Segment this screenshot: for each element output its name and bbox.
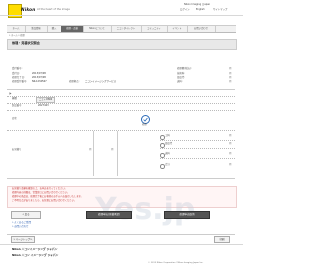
info-value: NK-1234567: [32, 80, 47, 83]
header-divider: [0, 15, 243, 16]
nav-item-event[interactable]: イベント: [167, 26, 188, 32]
repair-center-value: ニコンイメージングサービス: [85, 80, 117, 83]
estimate-row-label: 送料: [165, 152, 170, 155]
page-title: 修理・見積状況照会: [12, 41, 40, 45]
column-divider: [93, 131, 94, 176]
fee-label: 修理費(税込):: [177, 67, 192, 70]
option-radio[interactable]: [160, 135, 165, 140]
nav-item-direct[interactable]: ニコンダイレクト: [111, 26, 142, 32]
logo-text: Nikon: [21, 7, 36, 12]
footer-divider: [0, 244, 243, 245]
section-divider: [7, 89, 235, 90]
estimate-label: お見積り: [12, 148, 22, 151]
estimate-row-unit: 円: [229, 142, 232, 145]
nav-item-home[interactable]: ホーム: [7, 26, 26, 32]
nav-item-repair[interactable]: 修理・点検: [61, 26, 84, 32]
estimate-row-unit: 円: [229, 163, 232, 166]
header-link-english[interactable]: English: [196, 8, 205, 12]
copyright: © 2013 Nikon Corporation / Nikon Imaging…: [148, 262, 204, 264]
estimate-row-label: 部品代: [165, 142, 173, 145]
footer-logo[interactable]: Nikon ニコンイメージング ジャパン: [12, 247, 57, 251]
nav-item-community[interactable]: コミュニティ: [141, 26, 168, 32]
fee-label: 送料:: [177, 80, 183, 83]
nav-item-about[interactable]: Nikonについて: [83, 26, 112, 32]
main-nav: ホーム 製品情報 購入 修理・点検 Nikonについて ニコンダイレクト コミュ…: [7, 25, 236, 33]
table-line: [160, 158, 235, 159]
header-link-sitemap[interactable]: サイトマップ: [213, 8, 227, 12]
status-caption: 修理: [142, 123, 147, 126]
nikon-logo[interactable]: [8, 4, 22, 18]
estimate-row-label: 合計: [165, 163, 170, 166]
estimate-row-label: 工料: [165, 134, 170, 137]
info-label: 修理受付番号:: [12, 80, 28, 83]
estimate-unit: 円: [111, 148, 114, 151]
watermark: Yes.jp: [95, 192, 196, 227]
repair-center-label: 修理拠点:: [69, 80, 80, 83]
estimate-unit: 円: [89, 148, 92, 151]
apply-button[interactable]: 修理申込(見積承認): [86, 211, 132, 219]
option-radio[interactable]: [160, 164, 165, 169]
section-divider: [7, 234, 235, 235]
estimate-row-unit: 円: [229, 152, 232, 155]
column-divider: [117, 131, 118, 176]
table-line: [160, 140, 235, 141]
page-top-button[interactable]: » ページトップへ: [11, 236, 35, 243]
page-title-bar: [7, 39, 237, 50]
table-line: [7, 110, 235, 111]
header-link-login[interactable]: ログイン: [180, 8, 190, 12]
option-radio[interactable]: [160, 143, 165, 148]
tagline: At the heart of the image: [37, 8, 70, 11]
serial-label: 製品番号: [12, 104, 22, 107]
cancel-application-button[interactable]: 修理申込取消: [164, 211, 210, 219]
breadcrumb[interactable]: » ホーム » 修理: [9, 34, 25, 38]
estimate-row-unit: 円: [229, 134, 232, 137]
back-button[interactable]: « 戻る: [11, 211, 41, 219]
table-line: [160, 148, 235, 149]
notice-line: ご不明な点がありましたら、お気軽にお問い合わせください。: [12, 199, 77, 202]
fee-unit: 円: [229, 67, 232, 70]
print-button[interactable]: 印刷: [214, 236, 230, 243]
table-line: [7, 130, 235, 131]
inquiry-link[interactable]: » お問い合わせ: [12, 225, 29, 229]
nav-item-purchase[interactable]: 購入: [47, 26, 62, 32]
section-divider: [7, 178, 235, 179]
model-label: 機種: [12, 97, 17, 100]
footer-logo[interactable]: Nikon ニコン イメージング ジャパン: [12, 253, 58, 257]
option-radio[interactable]: [160, 153, 165, 158]
serial-value: 2027423: [38, 104, 49, 107]
site-label[interactable]: Nikon Imaging | Japan: [184, 3, 210, 7]
symptom-label: 症状: [12, 117, 17, 120]
fee-unit: 円: [229, 80, 232, 83]
nav-item-contact[interactable]: お問い合わせ: [187, 26, 216, 32]
info-label: 受付番号:: [12, 67, 23, 70]
nav-item-products[interactable]: 製品情報: [25, 26, 48, 32]
